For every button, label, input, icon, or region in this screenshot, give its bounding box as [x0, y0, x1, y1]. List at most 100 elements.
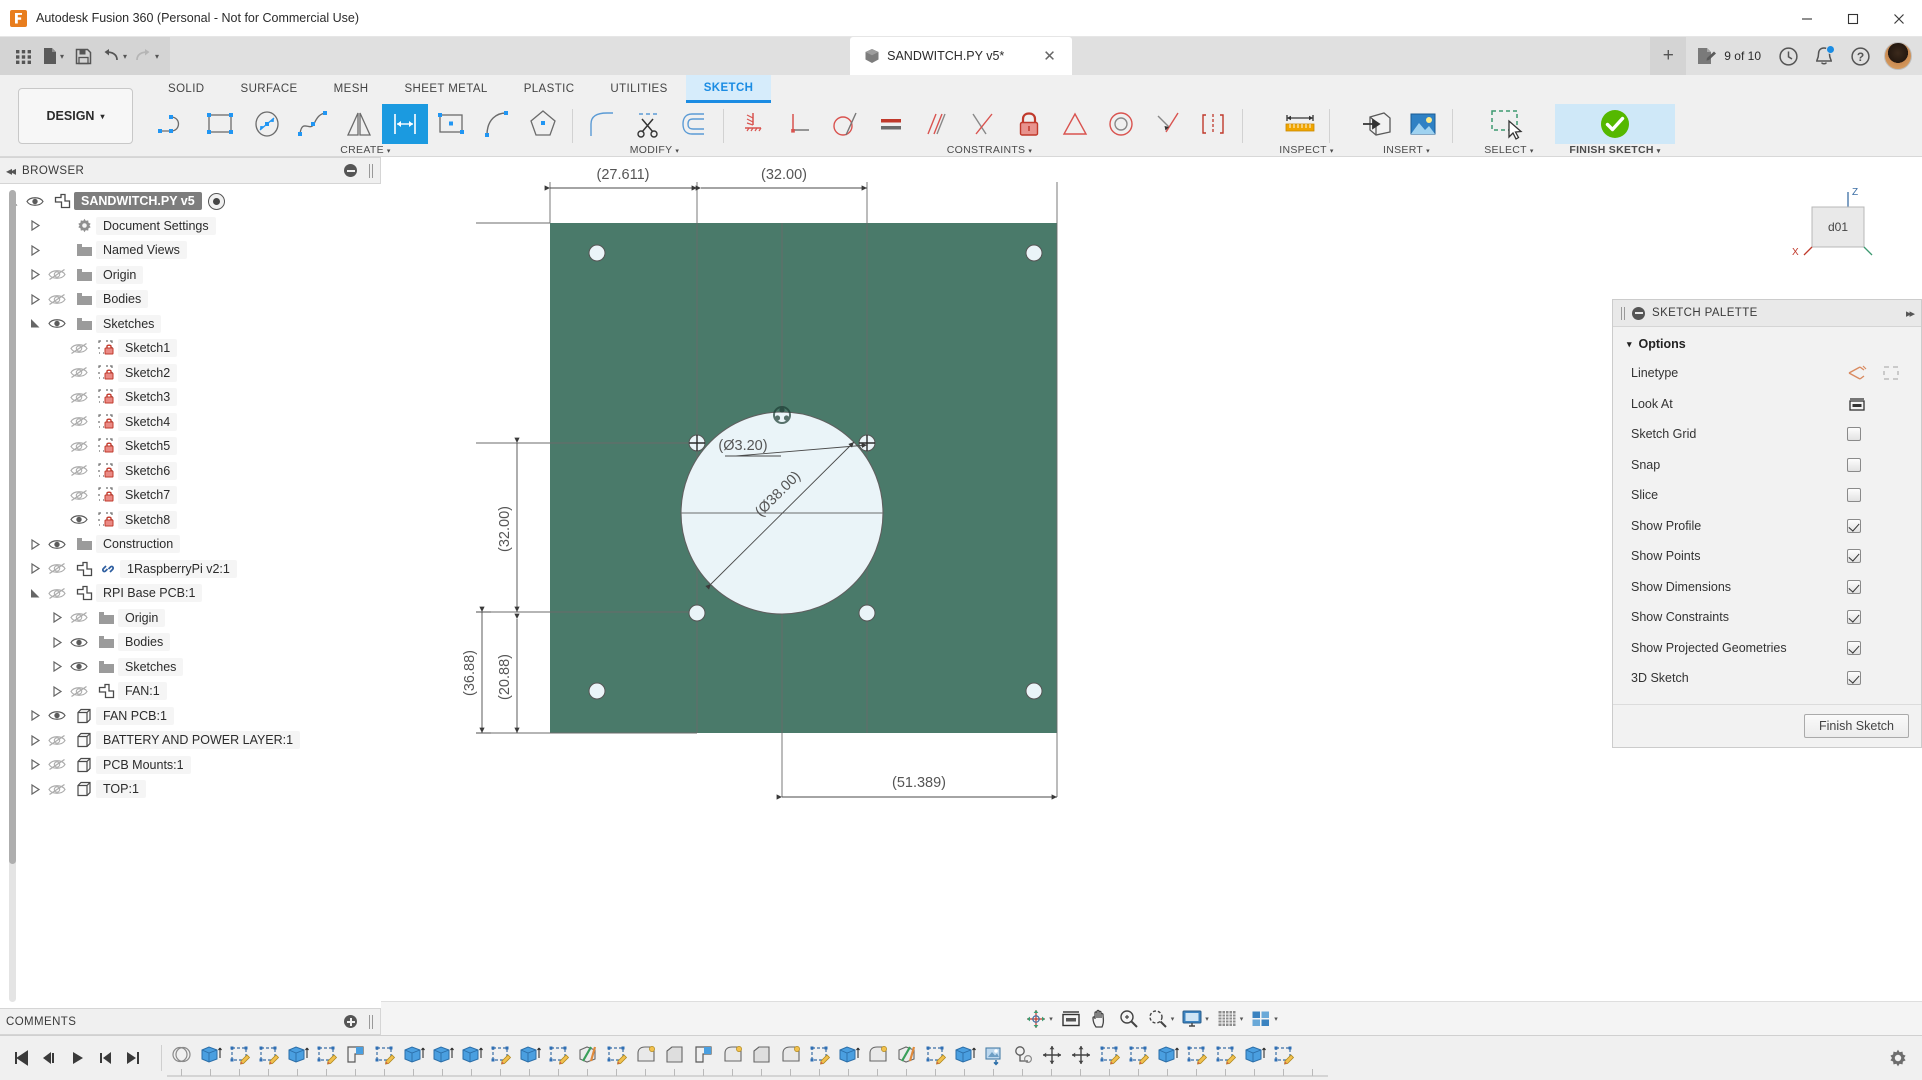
user-avatar[interactable]	[1884, 42, 1912, 70]
timeline-settings-button[interactable]	[1882, 1042, 1914, 1074]
undo-caret[interactable]: ▾	[123, 52, 127, 61]
tree-row-sketches[interactable]: Sketches	[0, 312, 381, 337]
tree-row-sketch8[interactable]: Sketch8	[0, 508, 381, 533]
symmetry-tool[interactable]	[1052, 104, 1098, 144]
mirror-tool[interactable]	[336, 104, 382, 144]
tree-row-battery-and-power-layer-1[interactable]: BATTERY AND POWER LAYER:1	[0, 728, 381, 753]
select-window-tool[interactable]	[1479, 104, 1539, 144]
timeline-play-button[interactable]	[64, 1043, 90, 1073]
comments-panel-header[interactable]: COMMENTS	[0, 1008, 381, 1035]
timeline-feature-insert-mcmaster[interactable]	[979, 1040, 1008, 1070]
save-button[interactable]	[68, 41, 98, 71]
tab-sheet-metal[interactable]: SHEET METAL	[386, 75, 505, 103]
timeline-feature-rectangular-pattern[interactable]	[689, 1040, 718, 1070]
tab-utilities[interactable]: UTILITIES	[592, 75, 685, 103]
palette-checkbox-show-projected-geometries[interactable]	[1847, 640, 1861, 655]
tree-row-sandwitch-py-v5[interactable]: SANDWITCH.PY v5	[0, 189, 381, 214]
spline-tool[interactable]	[290, 104, 336, 144]
eye-hidden-icon[interactable]	[48, 268, 72, 281]
line-tool[interactable]	[152, 104, 198, 144]
timeline-track[interactable]	[167, 1035, 1876, 1080]
timeline-feature-joint-origin[interactable]	[1008, 1040, 1037, 1070]
timeline-feature-sketch-edit[interactable]	[1095, 1040, 1124, 1070]
collinear-tool[interactable]	[1144, 104, 1190, 144]
app-grid-button[interactable]	[8, 41, 38, 71]
tree-row-document-settings[interactable]: Document Settings	[0, 214, 381, 239]
tree-row-fan-pcb-1[interactable]: FAN PCB:1	[0, 704, 381, 729]
timeline-feature-extrude[interactable]	[950, 1040, 979, 1070]
timeline-feature-sketch-project[interactable]	[167, 1040, 196, 1070]
measure-tool[interactable]	[1277, 104, 1323, 144]
rectangular-pattern-tool[interactable]	[382, 104, 428, 144]
timeline-feature-extrude[interactable]	[834, 1040, 863, 1070]
eye-visible-icon[interactable]	[70, 513, 94, 526]
palette-checkbox-3d-sketch[interactable]	[1847, 671, 1861, 686]
tree-expand-arrow-closed-icon[interactable]	[30, 220, 48, 232]
look-at-icon[interactable]	[1847, 395, 1867, 413]
polygon-tool[interactable]	[520, 104, 566, 144]
equal-tool[interactable]	[868, 104, 914, 144]
tree-expand-arrow-open-icon[interactable]	[30, 318, 48, 329]
document-tab-close-icon[interactable]: ✕	[1043, 47, 1056, 65]
activate-component-icon[interactable]	[207, 192, 225, 210]
tree-row-sketch7[interactable]: Sketch7	[0, 483, 381, 508]
timeline-step-forward-button[interactable]	[92, 1043, 118, 1073]
insert-image-tool[interactable]	[1400, 104, 1446, 144]
tree-expand-arrow-closed-icon[interactable]	[52, 612, 70, 624]
notifications-button[interactable]	[1807, 41, 1841, 71]
tree-row-sketches[interactable]: Sketches	[0, 655, 381, 680]
new-tab-button[interactable]: +	[1650, 37, 1687, 75]
offset-tool[interactable]	[671, 104, 717, 144]
timeline-feature-sketch-edit[interactable]	[1269, 1040, 1298, 1070]
palette-minimize-icon[interactable]	[1632, 306, 1645, 320]
timeline-feature-chamfer[interactable]	[660, 1040, 689, 1070]
ribbon-group-select-label[interactable]: SELECT ▾	[1479, 144, 1539, 156]
timeline-feature-sketch-edit[interactable]	[225, 1040, 254, 1070]
midpoint-tool[interactable]	[1190, 104, 1236, 144]
zoom-button[interactable]	[1115, 1005, 1143, 1033]
timeline-go-to-end-button[interactable]	[120, 1043, 146, 1073]
palette-checkbox-show-constraints[interactable]	[1847, 610, 1861, 625]
tree-expand-arrow-closed-icon[interactable]	[30, 759, 48, 771]
tree-expand-arrow-closed-icon[interactable]	[52, 661, 70, 673]
orbit-caret[interactable]: ▾	[1049, 1015, 1053, 1023]
tree-expand-arrow-closed-icon[interactable]	[30, 293, 48, 305]
timeline-feature-fillet[interactable]	[718, 1040, 747, 1070]
tree-row-sketch6[interactable]: Sketch6	[0, 459, 381, 484]
redo-caret[interactable]: ▾	[155, 52, 159, 61]
browser-collapse-icon[interactable]: ◂◂	[6, 164, 16, 178]
ribbon-group-inspect-label[interactable]: INSPECT ▾	[1277, 144, 1336, 156]
browser-resize-grip[interactable]	[369, 163, 374, 178]
grid-and-snaps-caret[interactable]: ▾	[1240, 1015, 1244, 1023]
tree-row-bodies[interactable]: Bodies	[0, 630, 381, 655]
timeline-feature-extrude[interactable]	[428, 1040, 457, 1070]
timeline-feature-extrude[interactable]	[1153, 1040, 1182, 1070]
tree-row-pcb-mounts-1[interactable]: PCB Mounts:1	[0, 753, 381, 778]
tree-row-top-1[interactable]: TOP:1	[0, 777, 381, 802]
fit-button[interactable]: ▾	[1144, 1005, 1178, 1033]
timeline-feature-rectangular-pattern[interactable]	[341, 1040, 370, 1070]
timeline-feature-extrude[interactable]	[1240, 1040, 1269, 1070]
tree-expand-arrow-closed-icon[interactable]	[30, 269, 48, 281]
ribbon-group-constraints-label[interactable]: CONSTRAINTS ▾	[730, 144, 1249, 156]
eye-hidden-icon[interactable]	[48, 562, 72, 575]
tree-expand-arrow-closed-icon[interactable]	[52, 636, 70, 648]
eye-hidden-icon[interactable]	[70, 685, 94, 698]
eye-hidden-icon[interactable]	[70, 464, 94, 477]
timeline-go-to-beginning-button[interactable]	[8, 1043, 34, 1073]
timeline-feature-fillet[interactable]	[776, 1040, 805, 1070]
palette-checkbox-snap[interactable]	[1847, 457, 1861, 472]
tab-surface[interactable]: SURFACE	[223, 75, 316, 103]
timeline-feature-sketch-edit[interactable]	[921, 1040, 950, 1070]
centerline-linetype-icon[interactable]	[1881, 364, 1901, 382]
eye-hidden-icon[interactable]	[48, 783, 72, 796]
tab-sketch[interactable]: SKETCH	[685, 75, 772, 103]
palette-resize-grip[interactable]	[1621, 306, 1625, 320]
palette-checkbox-show-dimensions[interactable]	[1847, 579, 1861, 594]
timeline-feature-sketch-edit[interactable]	[254, 1040, 283, 1070]
rectangle-tool[interactable]	[198, 104, 244, 144]
tree-expand-arrow-closed-icon[interactable]	[30, 244, 48, 256]
eye-hidden-icon[interactable]	[70, 440, 94, 453]
viewports-caret[interactable]: ▾	[1274, 1015, 1278, 1023]
eye-hidden-icon[interactable]	[70, 611, 94, 624]
